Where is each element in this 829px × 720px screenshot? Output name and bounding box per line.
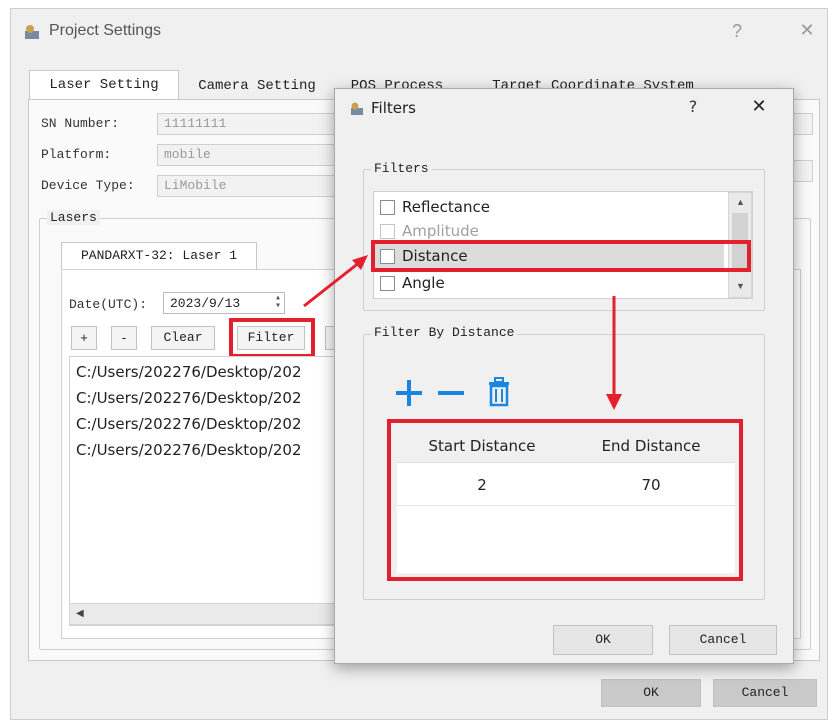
annotation-arrows [303, 255, 622, 410]
arrow-head-2 [606, 394, 622, 410]
arrow-filter-to-distance [303, 260, 361, 308]
